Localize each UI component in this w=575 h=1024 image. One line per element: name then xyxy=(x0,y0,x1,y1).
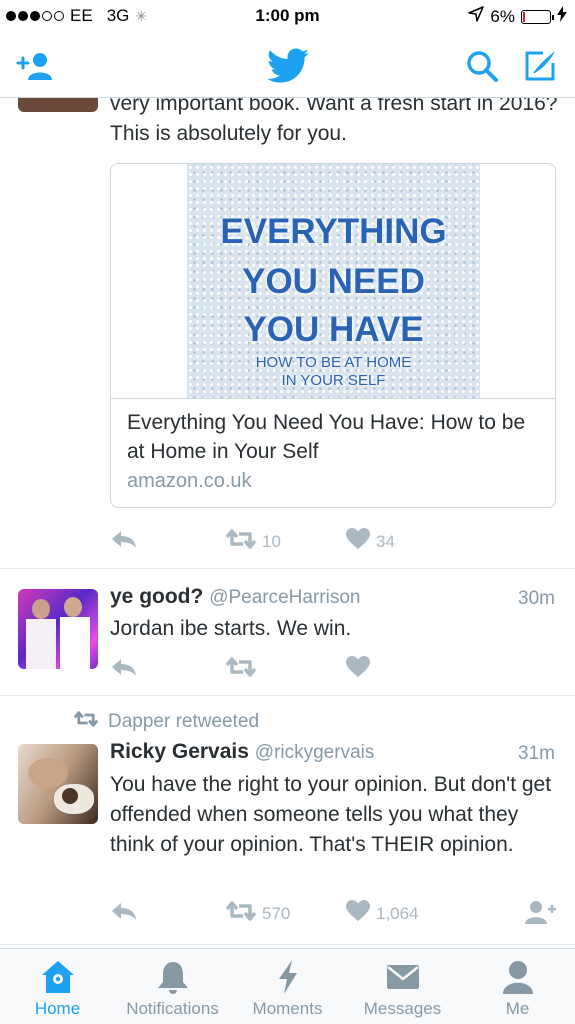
tweet[interactable]: ye good? @PearceHarrison 30m Jordan ibe … xyxy=(0,569,575,695)
tab-notifications[interactable]: Notifications xyxy=(115,949,230,1024)
bell-icon xyxy=(115,959,230,995)
tweet-actions: 10 34 xyxy=(110,528,550,556)
tab-messages[interactable]: Messages xyxy=(345,949,460,1024)
tweet-actions: 570 1,064 xyxy=(110,900,560,928)
tab-bar: Home Notifications Moments Messages Me xyxy=(0,948,575,1024)
tab-moments[interactable]: Moments xyxy=(230,949,345,1024)
tweet-header: Ricky Gervais @rickygervais xyxy=(110,740,374,764)
tab-me[interactable]: Me xyxy=(460,949,575,1024)
book-subtitle-line: IN YOUR SELF xyxy=(281,372,386,389)
battery-icon xyxy=(521,9,554,24)
tweet-time: 30m xyxy=(518,588,555,609)
retweet-count: 570 xyxy=(262,903,291,923)
reply-icon[interactable] xyxy=(110,528,138,550)
twitter-bird-icon[interactable] xyxy=(264,46,312,86)
tweet-time: 31m xyxy=(518,743,555,764)
battery-percent: 6% xyxy=(490,6,515,26)
heart-icon xyxy=(346,528,370,555)
tweet-text: very important book. Want a fresh start … xyxy=(110,98,558,145)
tweet[interactable]: very important book. Want a fresh start … xyxy=(0,98,575,568)
tweet-divider xyxy=(0,944,575,945)
card-domain: amazon.co.uk xyxy=(127,470,252,492)
avatar[interactable] xyxy=(18,98,98,112)
search-icon[interactable] xyxy=(462,46,502,86)
tab-label: Me xyxy=(505,999,530,1018)
user-handle[interactable]: @PearceHarrison xyxy=(209,587,360,608)
add-user-icon[interactable] xyxy=(16,46,56,86)
card-divider xyxy=(111,398,555,399)
like-count: 1,064 xyxy=(376,903,419,923)
reply-icon[interactable] xyxy=(110,900,138,922)
heart-icon[interactable] xyxy=(346,656,370,678)
retweet-count: 10 xyxy=(262,531,281,551)
tweet-text: Jordan ibe starts. We win. xyxy=(110,617,352,640)
retweet-icon xyxy=(73,710,99,734)
tweet-actions xyxy=(110,656,550,684)
heart-icon xyxy=(346,900,370,927)
tweet-text: You have the right to your opinion. But … xyxy=(110,773,552,856)
like-button[interactable]: 34 xyxy=(346,528,395,555)
home-icon xyxy=(0,959,115,995)
top-nav-bar xyxy=(0,34,575,98)
location-arrow-icon xyxy=(468,6,485,27)
status-right: 6% xyxy=(468,6,567,27)
tab-label: Notifications xyxy=(126,999,219,1018)
book-title-line: YOU HAVE xyxy=(243,310,424,349)
card-image: EVERYTHING YOU NEED YOU HAVE HOW TO BE A… xyxy=(111,164,555,398)
timeline[interactable]: very important book. Want a fresh start … xyxy=(0,98,575,948)
tab-home[interactable]: Home xyxy=(0,949,115,1024)
tab-label: Messages xyxy=(363,999,442,1018)
user-handle[interactable]: @rickygervais xyxy=(255,742,375,763)
retweet-button[interactable]: 10 xyxy=(225,528,281,555)
display-name[interactable]: Ricky Gervais xyxy=(110,740,249,763)
retweet-icon xyxy=(225,528,257,555)
retweet-icon xyxy=(225,900,257,927)
like-count: 34 xyxy=(376,531,395,551)
tab-label: Home xyxy=(34,999,81,1018)
compose-icon[interactable] xyxy=(520,46,560,86)
book-title-line: YOU NEED xyxy=(242,262,425,301)
book-title-line: EVERYTHING xyxy=(220,212,447,251)
retweeted-by-label[interactable]: Dapper retweeted xyxy=(108,711,259,733)
retweet-icon[interactable] xyxy=(226,656,256,678)
avatar[interactable] xyxy=(18,744,98,824)
book-subtitle-line: HOW TO BE AT HOME xyxy=(255,354,412,371)
status-bar: EE 3G ✳ 1:00 pm 6% xyxy=(0,0,575,34)
tweet-header: ye good? @PearceHarrison xyxy=(110,585,360,609)
display-name[interactable]: ye good? xyxy=(110,585,203,608)
book-cover: EVERYTHING YOU NEED YOU HAVE HOW TO BE A… xyxy=(187,164,480,398)
reply-icon[interactable] xyxy=(110,656,138,678)
retweet-button[interactable]: 570 xyxy=(225,900,291,927)
person-icon xyxy=(460,959,575,995)
like-button[interactable]: 1,064 xyxy=(346,900,419,927)
envelope-icon xyxy=(345,959,460,995)
follow-icon[interactable] xyxy=(524,900,556,924)
tab-label: Moments xyxy=(252,999,323,1018)
lightning-icon xyxy=(230,959,345,995)
link-card[interactable]: EVERYTHING YOU NEED YOU HAVE HOW TO BE A… xyxy=(110,163,556,508)
card-title: Everything You Need You Have: How to be … xyxy=(127,411,526,463)
avatar[interactable] xyxy=(18,589,98,669)
retweeted-by: Dapper retweeted xyxy=(73,710,259,734)
charging-bolt-icon xyxy=(557,6,567,27)
